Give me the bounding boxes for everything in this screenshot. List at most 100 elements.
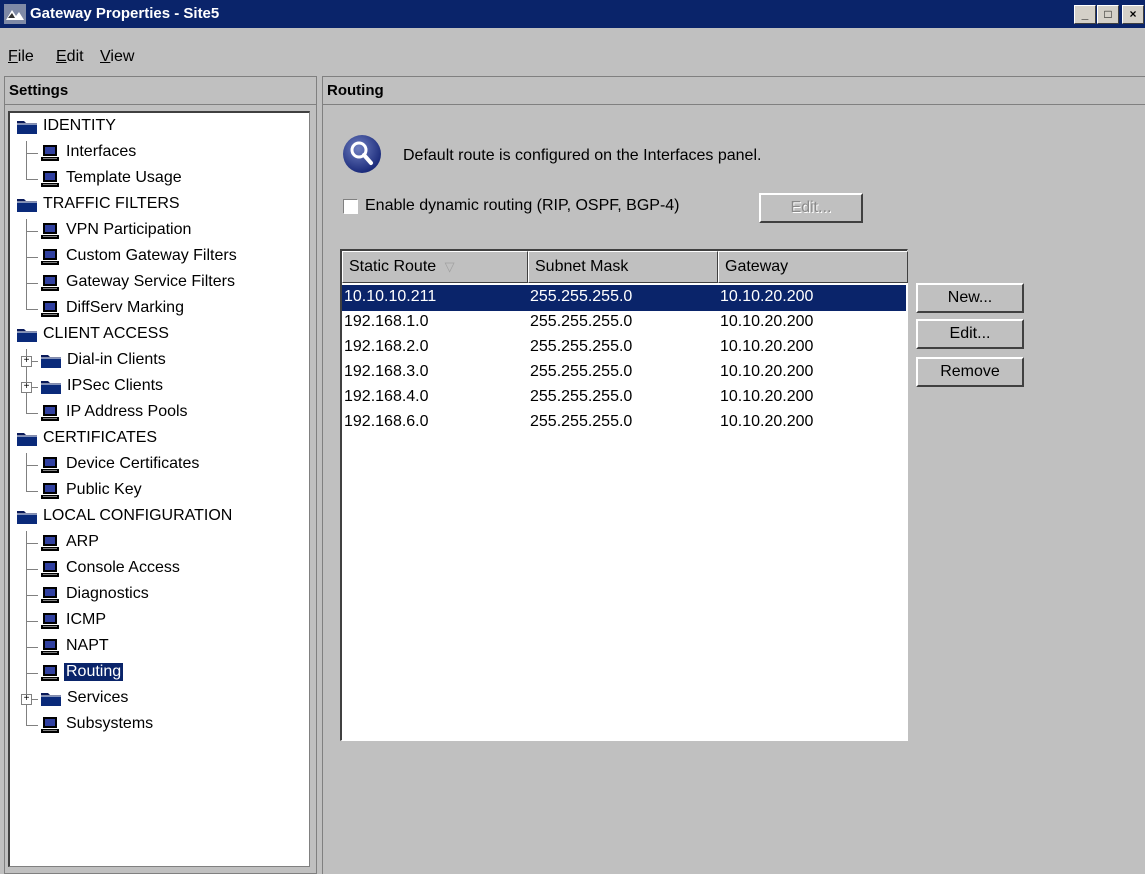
- column-header-static-route[interactable]: Static Route ▽: [342, 251, 528, 283]
- routing-panel: Routing Default route is configured on t…: [322, 76, 1145, 874]
- computer-icon: [41, 639, 59, 655]
- window-title: Gateway Properties - Site5: [30, 5, 220, 22]
- computer-icon: [41, 223, 59, 239]
- tree-item-custom-gateway-filters[interactable]: Custom Gateway Filters: [10, 245, 308, 271]
- tree-item-label: ARP: [66, 533, 99, 550]
- computer-icon: [41, 613, 59, 629]
- cell-gateway: 10.10.20.200: [720, 338, 814, 355]
- computer-icon: [41, 535, 59, 551]
- settings-panel: Settings IDENTITY Interfaces Template Usag…: [4, 76, 317, 874]
- cell-gateway: 10.10.20.200: [720, 413, 814, 430]
- tree-item-arp[interactable]: ARP: [10, 531, 308, 557]
- table-row[interactable]: 192.168.4.0 255.255.255.0 10.10.20.200: [342, 385, 906, 411]
- tree-item-label: CLIENT ACCESS: [43, 325, 169, 342]
- tree-connector: [26, 141, 27, 167]
- tree-item-identity[interactable]: IDENTITY: [10, 115, 308, 139]
- edit-dynamic-routing-button[interactable]: Edit...: [759, 193, 863, 223]
- tree-connector: [26, 609, 27, 635]
- maximize-button[interactable]: □: [1097, 5, 1119, 24]
- tree-item-ipsec-clients[interactable]: + IPSec Clients: [10, 375, 308, 401]
- static-routes-table: Static Route ▽ Subnet Mask Gateway 10.10…: [340, 249, 908, 741]
- remove-route-button[interactable]: Remove: [916, 357, 1024, 387]
- close-button[interactable]: ×: [1122, 5, 1144, 24]
- tree-connector: [26, 219, 27, 245]
- tree-connector: [26, 297, 27, 309]
- tree-item-subsystems[interactable]: Subsystems: [10, 713, 308, 737]
- expand-icon[interactable]: +: [21, 694, 32, 705]
- tree-connector: [26, 167, 27, 179]
- tree-item-label: IDENTITY: [43, 117, 116, 134]
- computer-icon: [41, 249, 59, 265]
- tree-item-label: Device Certificates: [66, 455, 200, 472]
- computer-icon: [41, 483, 59, 499]
- menu-file[interactable]: File: [8, 48, 34, 66]
- folder-icon: [41, 355, 61, 368]
- tree-item-interfaces[interactable]: Interfaces: [10, 141, 308, 167]
- cell-route: 192.168.1.0: [344, 313, 429, 330]
- cell-mask: 255.255.255.0: [530, 363, 633, 380]
- tree-item-services[interactable]: + Services: [10, 687, 308, 713]
- cell-route: 192.168.4.0: [344, 388, 429, 405]
- table-row[interactable]: 192.168.6.0 255.255.255.0 10.10.20.200: [342, 410, 906, 436]
- cell-gateway: 10.10.20.200: [720, 388, 814, 405]
- info-magnifier-icon: [343, 135, 381, 173]
- tree-item-label: LOCAL CONFIGURATION: [43, 507, 233, 524]
- dynamic-routing-label[interactable]: Enable dynamic routing (RIP, OSPF, BGP-4…: [365, 197, 680, 215]
- tree-item-certificates[interactable]: CERTIFICATES: [10, 427, 308, 451]
- tree-item-gateway-service-filters[interactable]: Gateway Service Filters: [10, 271, 308, 297]
- column-header-subnet-mask[interactable]: Subnet Mask: [528, 251, 718, 283]
- tree-item-device-certificates[interactable]: Device Certificates: [10, 453, 308, 479]
- tree-connector: [26, 401, 27, 413]
- settings-header: Settings: [5, 77, 316, 105]
- tree-item-label: VPN Participation: [66, 221, 192, 238]
- expand-icon[interactable]: +: [21, 382, 32, 393]
- tree-item-local-configuration[interactable]: LOCAL CONFIGURATION: [10, 505, 308, 529]
- tree-item-dial-in-clients[interactable]: + Dial-in Clients: [10, 349, 308, 375]
- tree-connector: [26, 569, 38, 570]
- tree-item-diffserv-marking[interactable]: DiffServ Marking: [10, 297, 308, 321]
- tree-connector: [26, 245, 27, 271]
- tree-item-ip-address-pools[interactable]: IP Address Pools: [10, 401, 308, 425]
- tree-item-console-access[interactable]: Console Access: [10, 557, 308, 583]
- tree-item-label: DiffServ Marking: [66, 299, 184, 316]
- computer-icon: [41, 171, 59, 187]
- tree-connector: [26, 453, 27, 479]
- tree-item-traffic-filters[interactable]: TRAFFIC FILTERS: [10, 193, 308, 217]
- tree-item-label: Diagnostics: [66, 585, 149, 602]
- table-row[interactable]: 10.10.10.211 255.255.255.0 10.10.20.200: [342, 285, 906, 311]
- tree-connector: [26, 673, 38, 674]
- computer-icon: [41, 587, 59, 603]
- tree-item-client-access[interactable]: CLIENT ACCESS: [10, 323, 308, 347]
- tree-item-icmp[interactable]: ICMP: [10, 609, 308, 635]
- dynamic-routing-checkbox[interactable]: [343, 199, 358, 214]
- tree-connector: [26, 413, 38, 414]
- tree-item-label: TRAFFIC FILTERS: [43, 195, 180, 212]
- title-bar[interactable]: Gateway Properties - Site5 _ □ ×: [0, 0, 1145, 28]
- tree-item-label: Services: [67, 689, 129, 706]
- tree-item-label: Interfaces: [66, 143, 137, 160]
- computer-icon: [41, 405, 59, 421]
- folder-icon: [41, 381, 61, 394]
- tree-item-public-key[interactable]: Public Key: [10, 479, 308, 503]
- tree-item-routing[interactable]: Routing: [10, 661, 308, 687]
- cell-route: 192.168.2.0: [344, 338, 429, 355]
- expand-icon[interactable]: +: [21, 356, 32, 367]
- table-row[interactable]: 192.168.3.0 255.255.255.0 10.10.20.200: [342, 360, 906, 386]
- gateway-app-icon: [4, 4, 26, 24]
- minimize-button[interactable]: _: [1074, 5, 1096, 24]
- new-route-button[interactable]: New...: [916, 283, 1024, 313]
- cell-mask: 255.255.255.0: [530, 338, 633, 355]
- table-row[interactable]: 192.168.1.0 255.255.255.0 10.10.20.200: [342, 310, 906, 336]
- folder-icon: [17, 511, 37, 524]
- tree-item-diagnostics[interactable]: Diagnostics: [10, 583, 308, 609]
- menu-edit[interactable]: Edit: [56, 48, 84, 66]
- tree-item-template-usage[interactable]: Template Usage: [10, 167, 308, 191]
- column-header-gateway[interactable]: Gateway: [718, 251, 908, 283]
- cell-route: 192.168.3.0: [344, 363, 429, 380]
- tree-item-vpn-participation[interactable]: VPN Participation: [10, 219, 308, 245]
- tree-item-napt[interactable]: NAPT: [10, 635, 308, 661]
- cell-gateway: 10.10.20.200: [720, 363, 814, 380]
- edit-route-button[interactable]: Edit...: [916, 319, 1024, 349]
- menu-view[interactable]: View: [100, 48, 134, 66]
- table-row[interactable]: 192.168.2.0 255.255.255.0 10.10.20.200: [342, 335, 906, 361]
